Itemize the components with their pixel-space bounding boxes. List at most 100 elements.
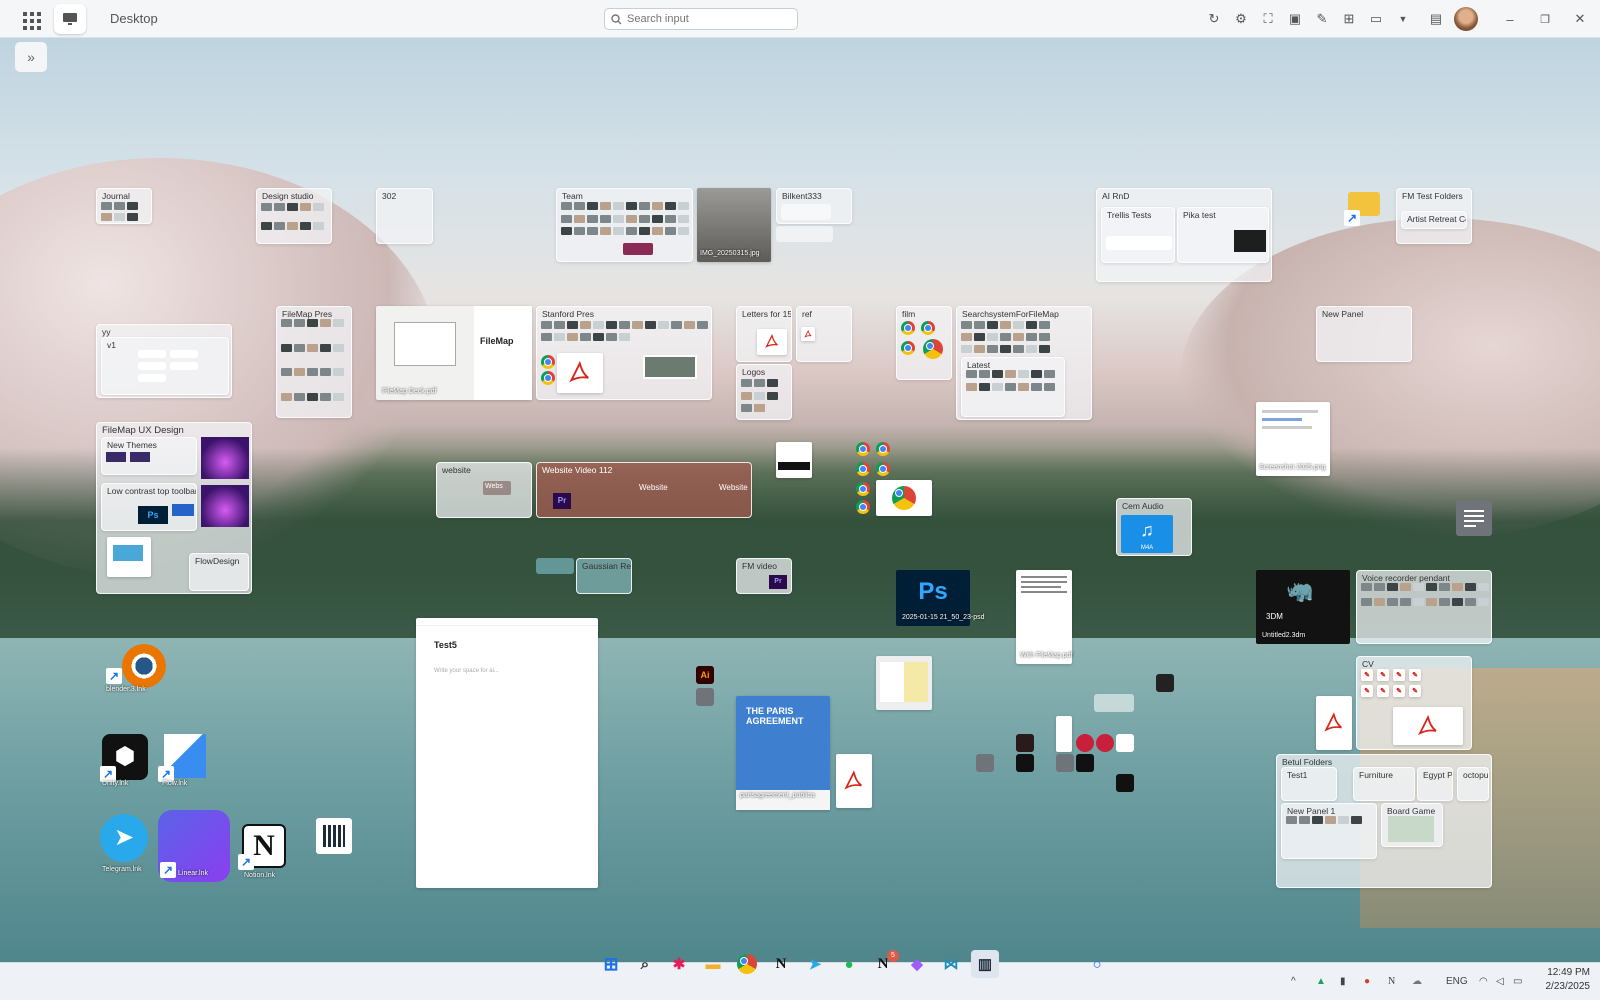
volume-icon[interactable]: ◁ [1496, 976, 1504, 987]
figma-icon[interactable]: ◆ [903, 950, 931, 978]
expand-sidebar-icon[interactable]: » [15, 42, 47, 72]
paris-agreement-file[interactable]: THE PARIS AGREEMENT parisagreement_publi… [736, 696, 830, 810]
start-icon[interactable]: ⊞ [597, 950, 625, 978]
panel-cem-audio[interactable]: Cem Audio ♫ M4A [1116, 498, 1192, 556]
webpage-screenshot-file[interactable]: Screenshot 2025.png [1256, 402, 1330, 476]
pdf-file-icon[interactable]: ✎ [1377, 669, 1389, 681]
filemap-deck-file[interactable]: FileMap FileMap Deck.pdf [376, 306, 532, 400]
feedback-icon[interactable]: ✎ [1312, 9, 1332, 29]
photoshop-icon[interactable]: Ps [138, 506, 168, 524]
panel-egypt[interactable]: Egypt Pr [1417, 767, 1453, 801]
chrome-icon[interactable] [856, 500, 870, 514]
rhino-file[interactable]: 🦏 3DM Untitled2.3dm [1256, 570, 1350, 644]
chrome-icon[interactable] [541, 355, 555, 369]
cortana-icon[interactable]: ○ [1083, 950, 1111, 978]
pdf-file-icon[interactable] [557, 353, 603, 393]
flow-shortcut[interactable]: ↗ Flow.lnk [158, 734, 210, 787]
panel-website-video[interactable]: Website Video 112 Pr Website Website [536, 462, 752, 518]
minimize-icon[interactable]: – [1500, 9, 1520, 29]
chrome-icon[interactable] [901, 341, 915, 355]
restore-icon[interactable]: ❐ [1535, 9, 1555, 29]
panel-trellis[interactable]: Trellis Tests [1101, 207, 1175, 263]
filemap-taskbar-icon[interactable]: ▥ [971, 950, 999, 978]
video-file[interactable] [776, 442, 812, 478]
panel-flow-design[interactable]: FlowDesign [189, 553, 249, 591]
illustrator-icon[interactable]: Ai [696, 666, 714, 684]
panel-letters[interactable]: Letters for 15K [736, 306, 792, 362]
panel-team[interactable]: Team [556, 188, 693, 262]
file-explorer-icon[interactable]: ▬ [699, 950, 727, 978]
battery-tool-icon[interactable]: ▮ [1340, 976, 1346, 987]
pdf-file-icon[interactable]: ✎ [1409, 669, 1421, 681]
panel-artist-retreat[interactable]: Artist Retreat Ce [1401, 211, 1467, 229]
slack-icon[interactable]: ✱ [665, 950, 693, 978]
clock-date[interactable]: 2/23/2025 [1538, 981, 1591, 992]
unity-shortcut[interactable]: ⬢ ↗ Unity.lnk [100, 734, 152, 787]
text-doc-icon[interactable] [696, 688, 714, 706]
panel-v1[interactable]: v1 [101, 337, 229, 395]
panel-test1[interactable]: Test1 [1281, 767, 1337, 801]
clock-time[interactable]: 12:49 PM [1538, 967, 1590, 978]
panel-bilkent[interactable]: Bilkent333 [776, 188, 852, 224]
panel-ref[interactable]: ref [796, 306, 852, 362]
team-photo-file[interactable]: IMG_20250315.jpg [697, 188, 771, 262]
pdf-file-icon[interactable]: ✎ [1361, 685, 1373, 697]
premiere-icon[interactable]: Pr [553, 493, 571, 509]
apps-grid-icon[interactable] [18, 8, 42, 30]
tray-app-icon[interactable]: ● [1364, 976, 1370, 987]
note-window-test5[interactable]: Test5 Write your space for ai... [416, 618, 598, 888]
notifications-icon[interactable]: ▤ [1426, 9, 1446, 29]
desktop-canvas[interactable]: » Journal Design studio 302 Team IMG_202… [0, 38, 1600, 962]
panel-furniture[interactable]: Furniture [1353, 767, 1415, 801]
panel-stanford-pres[interactable]: Stanford Pres [536, 306, 712, 400]
panel-yy[interactable]: yy v1 [96, 324, 232, 398]
panel-voice-recorder[interactable]: Voice recorder pendant [1356, 570, 1492, 644]
vscode-icon[interactable]: ⋈ [937, 950, 965, 978]
linear-shortcut[interactable]: ↗ Linear.lnk [158, 810, 232, 884]
media-play-icon[interactable] [1076, 734, 1094, 752]
text-doc-icon[interactable] [1456, 500, 1492, 536]
blender-shortcut[interactable]: ↗ blender.3.lnk [104, 642, 168, 693]
gear-icon[interactable]: ⚙ [1231, 9, 1251, 29]
language-indicator[interactable]: ENG [1446, 976, 1468, 987]
panel-low-contrast[interactable]: Low contrast top toolbar Ps [101, 483, 197, 531]
panel-new-themes[interactable]: New Themes [101, 437, 197, 475]
chrome-icon[interactable] [876, 442, 890, 456]
camera-icon[interactable] [1156, 674, 1174, 692]
notion-tray-icon[interactable]: N [1388, 976, 1395, 987]
search-input[interactable] [627, 13, 787, 25]
chrome-icon[interactable] [856, 482, 870, 496]
panel-filemap-ux-design[interactable]: FileMap UX Design New Themes Low contras… [96, 422, 252, 594]
telegram-taskbar-icon[interactable]: ➤ [801, 950, 829, 978]
design-doc-thumb[interactable] [107, 537, 151, 577]
close-icon[interactable]: ✕ [1570, 9, 1590, 29]
pdf-file-icon[interactable]: ✎ [1361, 669, 1373, 681]
refresh-icon[interactable]: ↻ [1204, 9, 1224, 29]
chrome-shortcut-card[interactable] [876, 480, 932, 516]
panel-film[interactable]: film [896, 306, 952, 380]
panel-betul-folders[interactable]: Betul Folders Test1 Furniture Egypt Pr o… [1276, 754, 1492, 888]
gallery-icon[interactable]: ⊞ [1339, 9, 1359, 29]
chevron-up-icon[interactable]: ^ [1291, 976, 1296, 987]
chrome-icon[interactable] [921, 321, 935, 335]
panel-board-game[interactable]: Board Game [1381, 803, 1443, 847]
chrome-icon[interactable] [876, 462, 890, 476]
chrome-icon[interactable] [856, 442, 870, 456]
premiere-icon[interactable]: Pr [769, 575, 787, 589]
text-doc-icon[interactable] [976, 754, 994, 772]
panel-website[interactable]: website Webs [436, 462, 532, 518]
theme-thumb-large[interactable] [201, 485, 249, 527]
panel-logos[interactable]: Logos [736, 364, 792, 420]
panel-new-panel[interactable]: New Panel [1316, 306, 1412, 362]
music-file-icon[interactable]: ♫ M4A [1121, 515, 1173, 553]
panel-fm-test-folders[interactable]: FM Test Folders Artist Retreat Ce [1396, 188, 1472, 244]
panel-fm-video[interactable]: FM video Pr [736, 558, 792, 594]
rhino-mini-icon[interactable] [1076, 754, 1094, 772]
pdf-file-icon[interactable]: ✎ [1377, 685, 1389, 697]
media-play-icon[interactable] [1096, 734, 1114, 752]
psd-file[interactable]: Ps 2025-01-15 21_50_23-psd [896, 570, 985, 626]
wifi-icon[interactable]: ◠ [1479, 976, 1488, 987]
pdf-file-icon[interactable]: ✎ [1409, 685, 1421, 697]
cloud-icon[interactable]: ☁ [1412, 976, 1422, 987]
pdf-file-icon[interactable] [1393, 707, 1463, 745]
